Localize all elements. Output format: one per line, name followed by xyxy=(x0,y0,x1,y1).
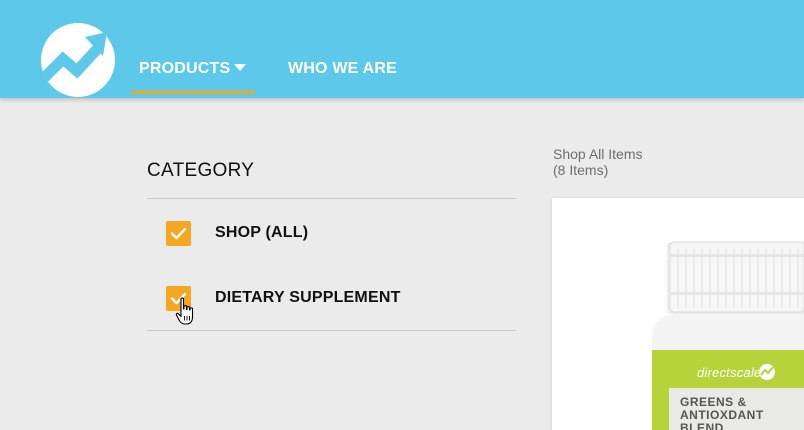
shop-all-checkbox[interactable] xyxy=(166,220,191,246)
tab-who-we-are[interactable]: WHO WE ARE xyxy=(288,60,397,78)
filter-dietary-supplement[interactable]: DIETARY SUPPLEMENT xyxy=(166,285,401,311)
tab-who-we-are-label: WHO WE ARE xyxy=(288,60,397,77)
active-tab-indicator xyxy=(131,91,255,94)
checkmark-icon xyxy=(170,227,187,239)
top-nav-bar: PRODUCTS WHO WE ARE xyxy=(0,0,804,98)
tab-products-label: PRODUCTS xyxy=(139,60,231,77)
product-name: GREENS & ANTIOXDANT BLEND xyxy=(680,395,764,430)
trending-up-icon xyxy=(41,32,107,85)
hand-pointer-cursor-icon xyxy=(175,297,194,325)
product-card[interactable]: directscale GREENS & ANTIOXDANT BLEND xyxy=(552,198,804,430)
brand-logo[interactable] xyxy=(41,23,115,97)
item-count: (8 Items) xyxy=(553,162,609,178)
product-brand: directscale xyxy=(697,365,762,380)
filter-label: DIETARY SUPPLEMENT xyxy=(215,289,401,306)
tab-products[interactable]: PRODUCTS xyxy=(139,60,247,78)
filter-shop-all[interactable]: SHOP (ALL) xyxy=(166,220,308,246)
category-heading: CATEGORY xyxy=(147,160,255,181)
divider xyxy=(147,198,516,199)
filter-label: SHOP (ALL) xyxy=(215,224,309,241)
divider xyxy=(147,330,516,331)
shop-title: Shop All Items xyxy=(553,146,643,162)
caret-down-icon xyxy=(234,64,247,71)
